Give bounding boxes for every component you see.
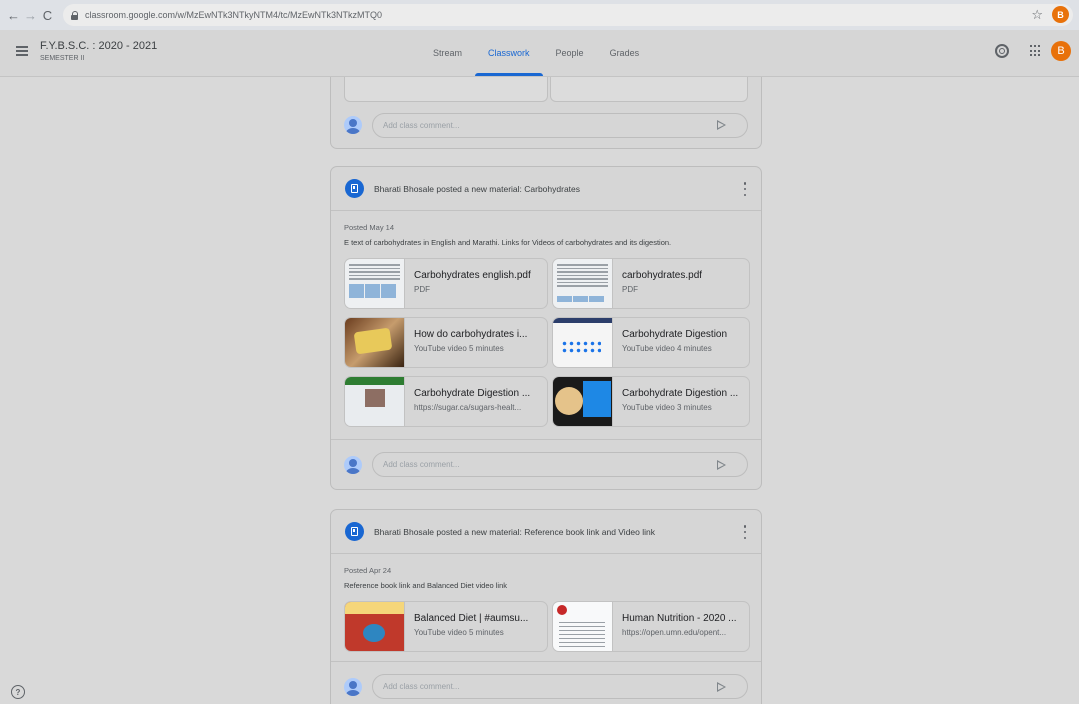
attachment-subtitle: PDF (622, 285, 638, 294)
attachment-subtitle: YouTube video 3 minutes (622, 403, 712, 412)
attachment-grid: Balanced Diet | #aumsu... YouTube video 5… (344, 601, 750, 652)
material-icon (345, 179, 364, 198)
attachment-title: Human Nutrition - 2020 ... (622, 613, 737, 624)
help-icon[interactable]: ? (11, 685, 25, 699)
attachment-title: Balanced Diet | #aumsu... (414, 613, 529, 624)
attachment-subtitle: YouTube video 5 minutes (414, 344, 504, 353)
app-header: F.Y.B.S.C. : 2020 - 2021 SEMESTER II Str… (0, 30, 1079, 77)
arrow-right-icon[interactable]: → (23, 6, 38, 24)
attachment-title: Carbohydrate Digestion (622, 329, 728, 340)
post-description: E text of carbohydrates in English and M… (344, 238, 672, 247)
attachment-video[interactable]: Carbohydrate Digestion YouTube video 4 mi… (552, 317, 750, 368)
comment-row (331, 661, 761, 704)
attachment-pdf[interactable]: carbohydrates.pdf PDF (552, 258, 750, 309)
class-title[interactable]: F.Y.B.S.C. : 2020 - 2021 (40, 40, 157, 52)
attachment-title: Carbohydrate Digestion ... (622, 388, 739, 399)
star-icon[interactable]: ☆ (1031, 7, 1043, 23)
user-avatar-icon (344, 677, 362, 696)
attachment-link[interactable]: Human Nutrition - 2020 ... https://open.u… (552, 601, 750, 652)
attachment-subtitle: YouTube video 4 minutes (622, 344, 712, 353)
attachment-subtitle: https://open.umn.edu/opent... (622, 628, 727, 637)
attachment-title: How do carbohydrates i... (414, 329, 528, 340)
user-avatar-icon (344, 455, 362, 474)
comment-row (331, 102, 761, 148)
pdf-thumbnail (553, 259, 613, 308)
tab-people[interactable]: People (543, 30, 597, 77)
comment-input[interactable] (372, 452, 748, 477)
browser-profile-avatar[interactable]: B (1052, 6, 1069, 23)
attachment-pdf[interactable]: Carbohydrates english.pdf PDF (344, 258, 548, 309)
apps-icon[interactable] (1030, 45, 1042, 57)
attachment-video[interactable]: How do carbohydrates i... YouTube video 5… (344, 317, 548, 368)
post-description: Reference book link and Balanced Diet vi… (344, 581, 508, 590)
comment-row (331, 439, 761, 489)
account-avatar[interactable]: B (1051, 41, 1071, 61)
more-vert-icon[interactable] (743, 525, 747, 539)
video-thumbnail (345, 318, 405, 367)
attachment-grid: Carbohydrates english.pdf PDF carbohydrat… (344, 258, 750, 427)
post-card-partial (330, 77, 762, 149)
tab-stream[interactable]: Stream (420, 30, 475, 77)
post-date: Posted Apr 24 (344, 566, 392, 575)
url-text: classroom.google.com/w/MzEwNTk3NTkyNTM4/… (85, 10, 383, 20)
post-header-text: Bharati Bhosale posted a new material: R… (374, 526, 655, 537)
video-thumbnail (553, 318, 613, 367)
post-card: Bharati Bhosale posted a new material: C… (330, 166, 762, 490)
send-icon[interactable] (717, 681, 726, 692)
pdf-thumbnail (345, 259, 405, 308)
post-header[interactable]: Bharati Bhosale posted a new material: R… (331, 510, 761, 554)
post-header[interactable]: Bharati Bhosale posted a new material: C… (331, 167, 761, 211)
attachment-title: carbohydrates.pdf (622, 270, 703, 281)
video-thumbnail (345, 602, 405, 651)
reload-icon[interactable]: C (40, 6, 55, 24)
attachment-link[interactable]: Carbohydrate Digestion ... https://sugar.… (344, 376, 548, 427)
attachment-video[interactable]: Balanced Diet | #aumsu... YouTube video 5… (344, 601, 548, 652)
attachment-subtitle: https://sugar.ca/sugars-healt... (414, 403, 522, 412)
video-thumbnail (553, 377, 613, 426)
tab-classwork[interactable]: Classwork (475, 30, 543, 77)
attachment-stub[interactable] (344, 77, 548, 102)
attachment-subtitle: YouTube video 5 minutes (414, 628, 504, 637)
comment-input[interactable] (372, 112, 748, 138)
menu-icon[interactable] (16, 46, 28, 56)
link-thumbnail (345, 377, 405, 426)
settings-icon[interactable] (995, 44, 1009, 58)
post-date: Posted May 14 (344, 223, 395, 232)
attachment-stub[interactable] (550, 77, 748, 102)
link-thumbnail (553, 602, 613, 651)
arrow-left-icon[interactable]: ← (6, 6, 21, 24)
attachment-title: Carbohydrate Digestion ... (414, 388, 531, 399)
class-subtitle: SEMESTER II (40, 55, 85, 62)
post-card: Bharati Bhosale posted a new material: R… (330, 509, 762, 704)
address-bar[interactable]: classroom.google.com/w/MzEwNTk3NTkyNTM4/… (63, 4, 1073, 26)
attachment-title: Carbohydrates english.pdf (414, 270, 531, 281)
send-icon[interactable] (717, 120, 726, 130)
comment-input[interactable] (372, 674, 748, 699)
send-icon[interactable] (717, 459, 726, 470)
tab-grades[interactable]: Grades (597, 30, 653, 77)
browser-toolbar: ← → C classroom.google.com/w/MzEwNTk3NTk… (0, 0, 1079, 30)
user-avatar-icon (344, 116, 362, 134)
attachment-subtitle: PDF (414, 285, 430, 294)
material-icon (345, 522, 364, 541)
more-vert-icon[interactable] (743, 182, 747, 196)
attachment-video[interactable]: Carbohydrate Digestion ... YouTube video … (552, 376, 750, 427)
tab-bar: Stream Classwork People Grades (420, 30, 652, 77)
post-header-text: Bharati Bhosale posted a new material: C… (374, 183, 581, 194)
lock-icon (71, 10, 79, 20)
